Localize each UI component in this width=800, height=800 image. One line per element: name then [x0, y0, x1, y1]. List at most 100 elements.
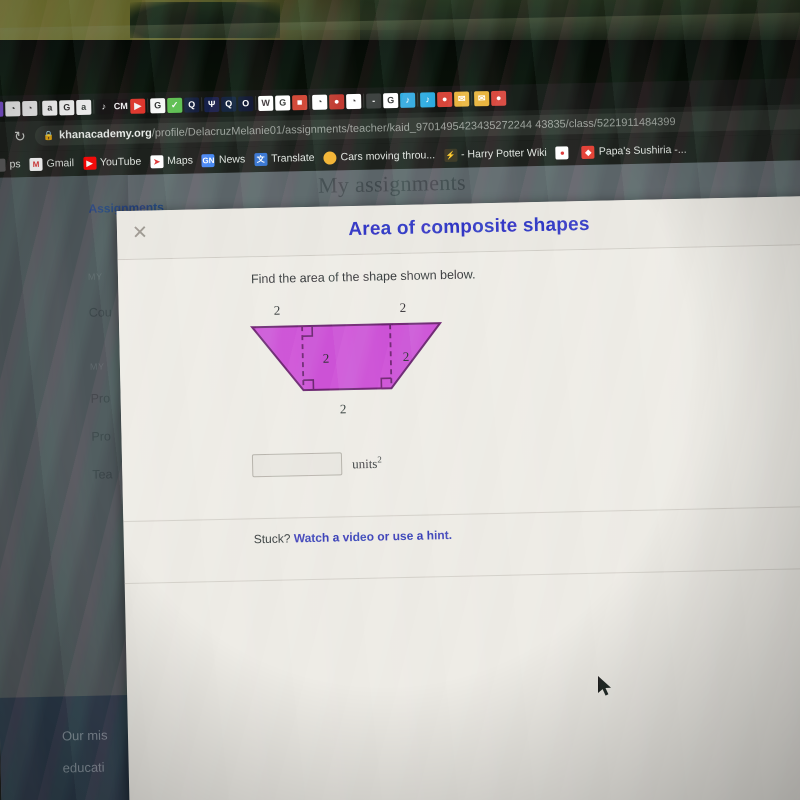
tab-separator [93, 99, 95, 114]
apps-icon: ⋮ [0, 158, 6, 172]
bookmark-label: Maps [167, 154, 194, 168]
bookmark-item[interactable]: M Gmail [26, 157, 77, 171]
khan-footer-band [0, 694, 142, 800]
gmail-icon: M [29, 157, 43, 171]
exercise-modal: ✕ Area of composite shapes Find the area… [116, 195, 800, 800]
bookmark-label: Gmail [46, 157, 75, 170]
bookmark-item[interactable]: ⚡ - Harry Potter Wiki [441, 146, 550, 162]
sidebar-caption-my-2: MY [89, 361, 105, 372]
modal-body: Find the area of the shape shown below. [117, 244, 800, 521]
bookmark-label: News [218, 153, 246, 166]
label-bottom: 2 [340, 401, 347, 416]
label-inner-left: 2 [323, 351, 330, 366]
tab-favicon-app-red[interactable]: ■ [292, 94, 308, 110]
tab-favicon-wikipedia[interactable]: W [258, 95, 274, 111]
screenshot-stage: ●◔◔aGa♪CM▶G✓QΨQOWG■◔●◔-G♪♪●✉✉● ‹ ↻ 🔒 kha… [0, 0, 800, 800]
tab-favicon-globe-2[interactable]: ◔ [22, 100, 38, 116]
question-prompt: Find the area of the shape shown below. [250, 267, 476, 287]
tab-favicon-google-3[interactable]: G [275, 94, 291, 111]
tab-favicon-cm[interactable]: CM [113, 98, 129, 114]
tab-separator [471, 91, 473, 106]
maps-icon: ➤ [150, 154, 164, 168]
answer-input[interactable] [251, 452, 343, 478]
bookmark-item[interactable]: 文 Translate [251, 151, 318, 166]
bookmark-item[interactable]: ▶ YouTube [80, 155, 145, 170]
bookmark-item[interactable]: GN News [199, 153, 249, 167]
tab-favicon-google-4[interactable]: G [383, 92, 399, 108]
youtube-icon: ▶ [82, 156, 97, 170]
label-inner-right: 2 [403, 349, 410, 364]
answer-row: units2 [251, 451, 382, 478]
tab-favicon-mail-2[interactable]: ✉ [474, 90, 490, 106]
tab-favicon-globe-4[interactable]: ◔ [346, 93, 362, 109]
bookmark-label: Translate [271, 151, 315, 165]
tab-favicon-quizlet-2[interactable]: Q [221, 96, 237, 112]
address-bar-url: khanacademy.org/profile/DelacruzMelanie0… [58, 115, 676, 142]
sidebar-item-progress[interactable]: Pro [90, 391, 110, 405]
papas-sushiria-icon: ◆ [581, 145, 595, 159]
news-icon: GN [201, 153, 216, 167]
sidebar-item-courses[interactable]: Cou [89, 305, 112, 319]
tab-favicon-quizlet-1[interactable]: Q [184, 96, 200, 113]
tab-separator [417, 92, 419, 107]
translate-icon: 文 [254, 152, 268, 166]
tab-favicon-opera[interactable]: O [238, 95, 254, 111]
composite-shape-figure: 2 2 2 2 2 [243, 292, 506, 438]
bookmark-item[interactable]: Cars moving throu... [320, 149, 438, 165]
watch-video-hint-link[interactable]: Watch a video or use a hint. [294, 528, 453, 545]
browser-window: ●◔◔aGa♪CM▶G✓QΨQOWG■◔●◔-G♪♪●✉✉● ‹ ↻ 🔒 kha… [0, 77, 800, 800]
page-viewport: My assignments Assignments MY Cou MY Pro… [0, 159, 800, 800]
label-top-left: 2 [274, 303, 281, 318]
tab-separator [201, 97, 203, 112]
stuck-row: Stuck? Watch a video or use a hint. [254, 528, 453, 546]
bookmark-dot-icon [323, 150, 337, 165]
sidebar-item-profile[interactable]: Pro [91, 429, 111, 443]
tab-separator [39, 100, 41, 115]
sidebar-item-teacher[interactable]: Tea [92, 467, 112, 481]
tab-favicon-wizard[interactable]: Ψ [204, 96, 220, 112]
trapezoid-shape [250, 322, 443, 392]
tab-favicon-purple[interactable]: ● [0, 101, 4, 117]
lock-icon: 🔒 [42, 130, 55, 141]
label-top-right: 2 [400, 300, 407, 315]
modal-footer-divider [124, 567, 800, 585]
bookmark-item[interactable]: ◆ Papa's Sushiria -... [579, 143, 690, 159]
units-exponent: 2 [377, 454, 382, 465]
tab-favicon-mail-1[interactable]: ✉ [454, 90, 470, 107]
tab-favicon-google-2[interactable]: G [150, 97, 166, 113]
tab-separator [363, 93, 365, 108]
harry-potter-icon: ⚡ [443, 148, 458, 162]
tab-separator [147, 98, 149, 113]
tab-favicon-app-red-2[interactable]: ● [329, 93, 345, 110]
tab-favicon-globe-1[interactable]: ◔ [5, 100, 21, 117]
tab-separator [309, 94, 311, 109]
bookmark-label: ps [9, 158, 21, 171]
bookmark-label: YouTube [99, 155, 142, 169]
tab-favicon-amazon-1[interactable]: a [42, 99, 58, 116]
tab-favicon-amazon-2[interactable]: a [76, 99, 92, 115]
tab-favicon-blue-1[interactable]: ♪ [400, 92, 416, 108]
mouse-pointer-icon [598, 676, 616, 705]
bookmark-item[interactable]: ⋮ ps [0, 158, 24, 172]
stuck-prefix: Stuck? [253, 531, 291, 547]
bookmark-item[interactable]: ● [553, 145, 576, 160]
tab-favicon-blue-2[interactable]: ♪ [420, 91, 436, 108]
tab-favicon-dash[interactable]: - [366, 92, 382, 109]
tab-favicon-google-1[interactable]: G [59, 99, 75, 115]
bookmark-item[interactable]: ➤ Maps [147, 154, 196, 168]
tab-favicon-youtube[interactable]: ▶ [130, 98, 146, 114]
tab-favicon-green-app[interactable]: ✓ [167, 97, 183, 113]
tab-favicon-tiktok[interactable]: ♪ [96, 98, 112, 115]
mission-line-2: educati [62, 759, 105, 776]
tab-favicon-red-4[interactable]: ● [490, 90, 507, 106]
reload-icon[interactable]: ↻ [9, 128, 31, 145]
back-icon[interactable]: ‹ [0, 129, 9, 145]
bookmark-label: Cars moving throu... [340, 149, 436, 164]
page-title: My assignments [317, 169, 467, 198]
tab-favicon-red-3[interactable]: ● [437, 91, 453, 107]
tab-separator [255, 96, 257, 111]
sidebar-caption-my-1: MY [87, 271, 103, 282]
mission-line-1: Our mis [61, 727, 108, 744]
bookmark-label: Papa's Sushiria -... [598, 143, 687, 158]
tab-favicon-globe-3[interactable]: ◔ [312, 94, 328, 110]
